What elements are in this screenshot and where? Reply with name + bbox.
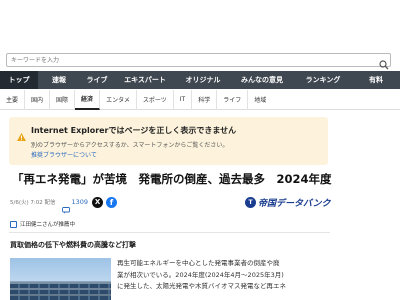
article-headline: 「再エネ発電」が苦境 発電所の倒産、過去最多 2024年度 [12, 172, 332, 186]
divider [9, 232, 330, 233]
comment-count[interactable]: 1309 [72, 198, 89, 206]
article-meta: 5/6(火) 7:02 配信 1309 X f [10, 196, 118, 214]
browser-warning-banner: Internet Explorerではページを正しく表示できません 別のブラウザ… [9, 117, 328, 165]
warning-message: 別のブラウザーからアクセスするか、スマートフォンからご覧ください。 [31, 142, 229, 149]
nav-tab-original[interactable]: オリジナル [176, 71, 230, 89]
source-logo-mark: T [245, 197, 256, 208]
nav-tab-ranking[interactable]: ランキング [294, 71, 352, 89]
source-logo[interactable]: T 帝国データバンク [245, 196, 330, 209]
warning-title: Internet Explorerではページを正しく表示できません [31, 126, 237, 135]
nav-tab-expert[interactable]: エキスパート [114, 71, 176, 89]
solar-panel-row [10, 296, 111, 300]
source-logo-text: 帝国データバンク [258, 199, 331, 209]
nav-tab-paid[interactable]: 有料 [352, 71, 400, 89]
expert-recommendation[interactable]: 江田健二さんが推薦中 [10, 219, 75, 229]
search-input[interactable] [11, 55, 311, 66]
article-body-line: 再生可能エネルギーを中心とした発電事業者の倒産や廃 [117, 259, 280, 267]
expert-icon [10, 220, 17, 228]
publish-date: 5/6(火) 7:02 配信 [10, 200, 56, 206]
category-international[interactable]: 国際 [50, 89, 76, 110]
search-box[interactable] [6, 53, 391, 70]
warning-icon [17, 126, 26, 141]
recommended-browsers-link[interactable]: 推奨ブラウザーについて [31, 150, 97, 159]
header-area [0, 0, 400, 44]
article-subheading: 買取価格の低下や燃料費の高騰など打撃 [10, 241, 136, 249]
category-domestic[interactable]: 国内 [25, 89, 51, 110]
solar-panel-row [10, 290, 111, 294]
article-body-line: に発生した、太陽光発電や木質バイオマス発電など再エネ [117, 282, 286, 290]
nav-tab-breaking[interactable]: 速報 [38, 71, 80, 89]
nav-tab-top[interactable]: トップ [0, 71, 38, 89]
search-icon[interactable] [379, 55, 389, 70]
nav-tab-live[interactable]: ライブ [80, 71, 114, 89]
article-body: 再生可能エネルギーを中心とした発電事業者の倒産や廃 業が相次いでいる。2024年… [117, 258, 332, 293]
category-nav: 主要 国内 国際 経済 エンタメ スポーツ IT 科学 ライフ 地域 [0, 89, 400, 110]
nav-tab-opinions[interactable]: みんなの意見 [230, 71, 294, 89]
solar-panel-row [10, 284, 111, 288]
category-local[interactable]: 地域 [248, 90, 272, 110]
category-science[interactable]: 科学 [192, 89, 218, 110]
article-body-line: 業が相次いでいる。2024年度(2024年4月～2025年3月) [117, 270, 284, 279]
x-share-icon[interactable]: X [92, 196, 104, 208]
article-image[interactable] [10, 258, 111, 300]
comment-icon[interactable] [61, 199, 70, 214]
category-sports[interactable]: スポーツ [137, 89, 174, 110]
expert-recommendation-text: 江田健二さんが推薦中 [20, 222, 76, 228]
category-life[interactable]: ライフ [217, 89, 249, 110]
category-economy[interactable]: 経済 [75, 89, 101, 110]
primary-nav: トップ 速報 ライブ エキスパート オリジナル みんなの意見 ランキング 有料 [0, 71, 400, 89]
category-it[interactable]: IT [174, 89, 193, 110]
category-main[interactable]: 主要 [0, 89, 26, 110]
category-entertainment[interactable]: エンタメ [100, 89, 137, 110]
facebook-share-icon[interactable]: f [106, 196, 118, 208]
